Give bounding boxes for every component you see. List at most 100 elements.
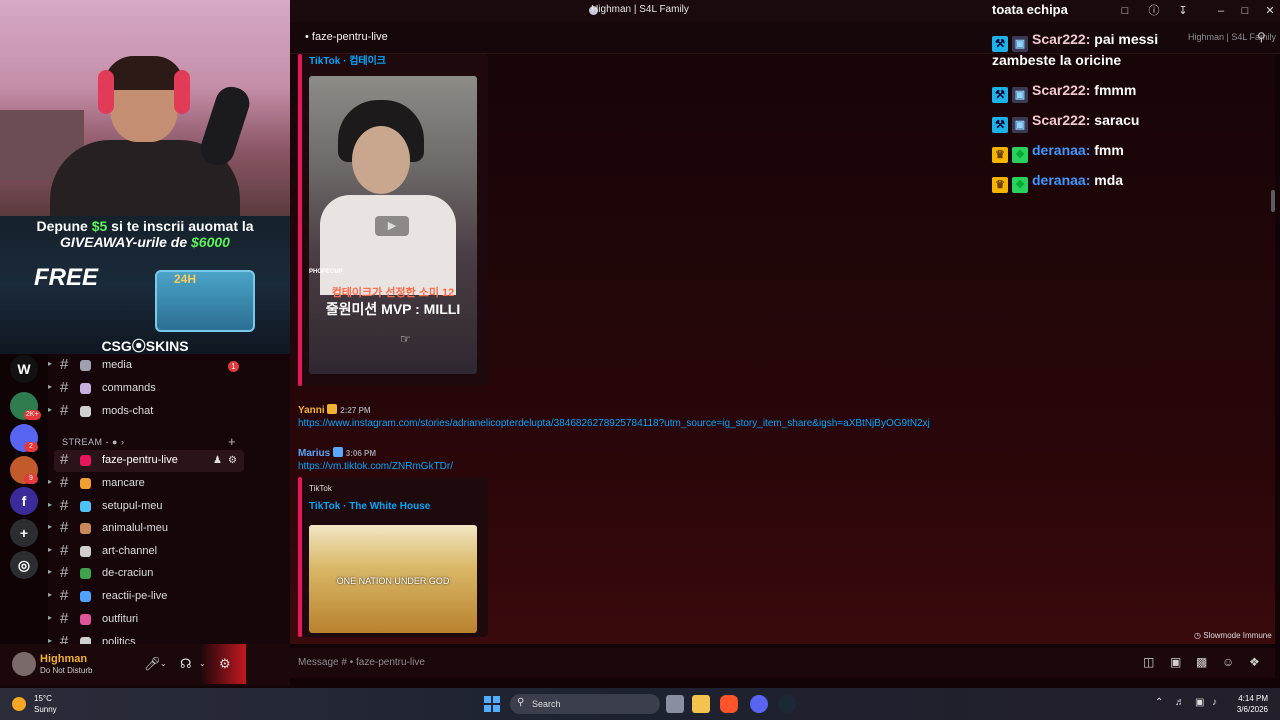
embed-site: TikTok: [309, 484, 332, 493]
clock-date[interactable]: 3/6/2026: [1224, 705, 1268, 714]
chevron-down-icon[interactable]: ⌄: [160, 659, 167, 668]
slowmode-label: Slowmode Immune: [1203, 631, 1272, 640]
channel-emoji-icon: [80, 523, 91, 534]
message-link[interactable]: https://www.instagram.com/stories/adrian…: [298, 418, 930, 429]
author-name[interactable]: Yanni: [298, 405, 325, 416]
steam-icon[interactable]: [778, 695, 796, 713]
message-author[interactable]: Yanni 2:27 PM: [298, 404, 370, 416]
chat-message: ⚒ ▣ Scar222: fmmm: [992, 82, 1136, 103]
inbox-icon[interactable]: □: [1117, 3, 1133, 19]
channel-emoji-icon: [80, 546, 91, 557]
help-icon[interactable]: ⓘ: [1146, 3, 1162, 19]
chat-username: deranaa:: [1032, 142, 1091, 158]
category-stream[interactable]: STREAM - ● ›: [62, 437, 124, 447]
chat-username: Scar222:: [1032, 82, 1091, 98]
video-figure-face: [352, 126, 410, 194]
user-name[interactable]: Highman: [40, 653, 87, 665]
channel-title: • faze-pentru-live: [305, 31, 388, 43]
channel-item-media[interactable]: ▸ # media: [48, 355, 248, 377]
chevron-right-icon: ▸: [48, 613, 53, 622]
network-icon[interactable]: ▣: [1195, 697, 1204, 708]
speaker-icon[interactable]: ♪: [1212, 697, 1217, 708]
tray-chevron-icon[interactable]: ⌃: [1155, 697, 1163, 708]
bot-badge-icon: ▣: [1012, 87, 1028, 103]
embed-title[interactable]: TikTok · The White House: [309, 501, 430, 512]
sponsor-amount: $5: [91, 218, 108, 234]
close-icon[interactable]: ✕: [1262, 3, 1278, 19]
channel-item-commands[interactable]: ▸ # commands: [48, 378, 248, 400]
hash-icon: #: [60, 379, 69, 396]
add-channel-icon[interactable]: +: [228, 434, 236, 449]
message-input[interactable]: Message # • faze-pentru-live: [298, 657, 425, 668]
channel-item-art-channel[interactable]: ▸ # art-channel: [48, 541, 248, 563]
chevron-right-icon: ▸: [48, 382, 53, 391]
search-icon: ⚲: [517, 697, 525, 708]
headphones-icon[interactable]: ☊: [180, 656, 192, 672]
gif-icon[interactable]: ▣: [1170, 655, 1181, 669]
channel-item-setupul-meu[interactable]: ▸ # setupul-meu: [48, 496, 248, 518]
download-icon[interactable]: ↧: [1175, 3, 1191, 19]
channel-item-reactii-pe-live[interactable]: ▸ # reactii-pe-live: [48, 586, 248, 608]
moderator-badge-icon: ⚒: [992, 117, 1008, 133]
gift-badge-icon: ❖: [1012, 147, 1028, 163]
channel-title-text: faze-pentru-live: [311, 31, 388, 43]
chevron-right-icon: ▸: [48, 522, 53, 531]
file-explorer-icon[interactable]: [692, 695, 710, 713]
sponsor-text: Depune: [36, 218, 92, 234]
play-icon[interactable]: ▶: [375, 216, 409, 236]
hash-icon: #: [60, 451, 69, 468]
avatar[interactable]: [12, 652, 36, 676]
channel-label: media: [102, 359, 132, 371]
gift-icon[interactable]: ◫: [1143, 655, 1154, 669]
search-icon[interactable]: ⚲: [1257, 30, 1266, 44]
discord-icon[interactable]: [750, 695, 768, 713]
emoji-icon[interactable]: ☺: [1222, 655, 1234, 669]
channel-emoji-icon: [80, 455, 91, 466]
author-name[interactable]: Marius: [298, 448, 330, 459]
channel-item-outfituri[interactable]: ▸ # outfituri: [48, 609, 248, 631]
message-link[interactable]: https://vm.tiktok.com/ZNRmGkTDr/: [298, 461, 453, 472]
scrollbar[interactable]: [1271, 190, 1275, 212]
windows-start-icon[interactable]: [484, 696, 500, 712]
server-icon[interactable]: ◎: [10, 551, 38, 579]
hash-icon: #: [60, 497, 69, 514]
invite-icon[interactable]: ♟: [213, 455, 222, 466]
channel-item-mods-chat[interactable]: ▸ # mods-chat: [48, 401, 248, 423]
chevron-down-icon[interactable]: ⌄: [199, 659, 206, 668]
weather-temp[interactable]: 15°C: [34, 694, 52, 703]
channel-item-animalul-meu[interactable]: ▸ # animalul-meu: [48, 518, 248, 540]
chevron-right-icon: ▸: [48, 477, 53, 486]
channel-label: reactii-pe-live: [102, 590, 168, 602]
minimize-icon[interactable]: –: [1213, 3, 1229, 19]
channel-settings-icon[interactable]: ⚙: [228, 455, 237, 466]
channel-emoji-icon: [80, 406, 91, 417]
mention-badge: 2K+: [24, 410, 41, 420]
moderator-badge-icon: ⚒: [992, 87, 1008, 103]
server-icon[interactable]: +: [10, 519, 38, 547]
chat-text: pai messi: [1090, 31, 1159, 47]
weather-condition[interactable]: Sunny: [34, 705, 57, 714]
video-caption-bottom: 줄원미션 MVP : MILLI: [325, 301, 461, 317]
brave-browser-icon[interactable]: [720, 695, 738, 713]
maximize-icon[interactable]: □: [1237, 3, 1253, 19]
gift-badge-icon: ❖: [1012, 177, 1028, 193]
volume-icon[interactable]: ♬: [1175, 697, 1185, 708]
sticker-icon[interactable]: ▩: [1196, 655, 1207, 669]
gear-icon[interactable]: ⚙: [219, 656, 231, 672]
embed-provider[interactable]: TikTok · 컴테이크: [309, 52, 386, 67]
bot-badge-icon: ▣: [1012, 36, 1028, 52]
video-brand: PHOPECUP: [309, 269, 343, 275]
clock-time[interactable]: 4:14 PM: [1224, 694, 1268, 703]
server-icon[interactable]: f: [10, 487, 38, 515]
server-icon[interactable]: W: [10, 355, 38, 383]
microphone-icon[interactable]: 🎤︎: [144, 656, 161, 672]
sun-icon[interactable]: [12, 697, 26, 711]
hash-icon: #: [60, 610, 69, 627]
message-author[interactable]: Marius 3:06 PM: [298, 447, 376, 459]
apps-icon[interactable]: ❖: [1249, 655, 1260, 669]
channel-item-de-craciun[interactable]: ▸ # de-craciun: [48, 563, 248, 585]
taskbar-search-label[interactable]: Search: [532, 699, 561, 709]
task-view-icon[interactable]: [666, 695, 684, 713]
channel-item-mancare[interactable]: ▸ # mancare: [48, 473, 248, 495]
channel-emoji-icon: [80, 591, 91, 602]
